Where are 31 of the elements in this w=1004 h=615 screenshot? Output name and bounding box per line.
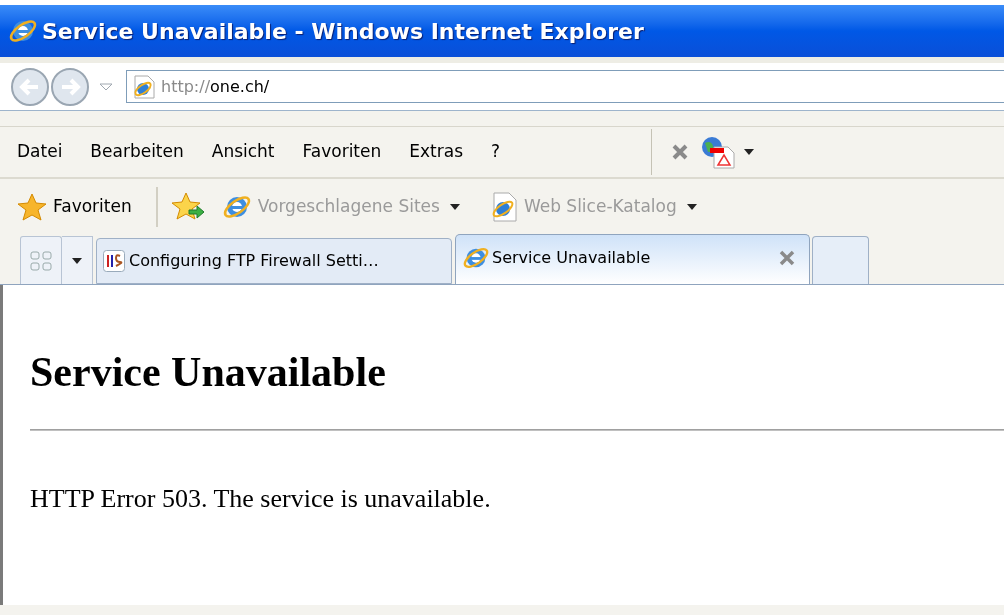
- caret-icon[interactable]: [744, 149, 755, 155]
- window-title: Service Unavailable - Windows Internet Explorer: [42, 17, 644, 46]
- page-icon: [133, 74, 155, 99]
- menu-item[interactable]: Extras: [398, 137, 474, 167]
- error-message: HTTP Error 503. The service is unavailable.: [30, 483, 492, 516]
- tab-list-button[interactable]: [62, 236, 93, 284]
- menu-item[interactable]: Datei: [6, 137, 74, 167]
- address-field[interactable]: http://one.ch/: [126, 70, 1004, 103]
- globe-document-icon[interactable]: [700, 135, 737, 169]
- back-button[interactable]: [10, 66, 50, 107]
- caret-icon[interactable]: [449, 204, 460, 210]
- caret-icon[interactable]: [686, 204, 697, 210]
- star-arrow-icon[interactable]: [171, 191, 206, 223]
- server-icon: [103, 250, 125, 272]
- favorites-button[interactable]: Favoriten: [53, 194, 132, 220]
- forward-button[interactable]: [50, 66, 90, 107]
- tab[interactable]: Service Unavailable: [455, 234, 810, 284]
- quick-tabs-button[interactable]: [20, 236, 62, 284]
- menu-item[interactable]: Favoriten: [291, 137, 393, 167]
- url-text: http://one.ch/: [161, 75, 270, 98]
- menu-item[interactable]: Bearbeiten: [79, 137, 195, 167]
- star-icon: [17, 192, 47, 222]
- grid-icon: [30, 250, 52, 271]
- close-icon[interactable]: [779, 249, 795, 266]
- caret-icon: [72, 257, 82, 264]
- new-tab-button[interactable]: [812, 236, 869, 284]
- menu-item[interactable]: ?: [480, 137, 512, 167]
- tab[interactable]: Configuring FTP Firewall Setti…: [96, 238, 452, 284]
- page-heading: Service Unavailable: [30, 348, 387, 396]
- menu-item[interactable]: Ansicht: [200, 137, 286, 167]
- history-dropdown-icon[interactable]: [98, 81, 114, 92]
